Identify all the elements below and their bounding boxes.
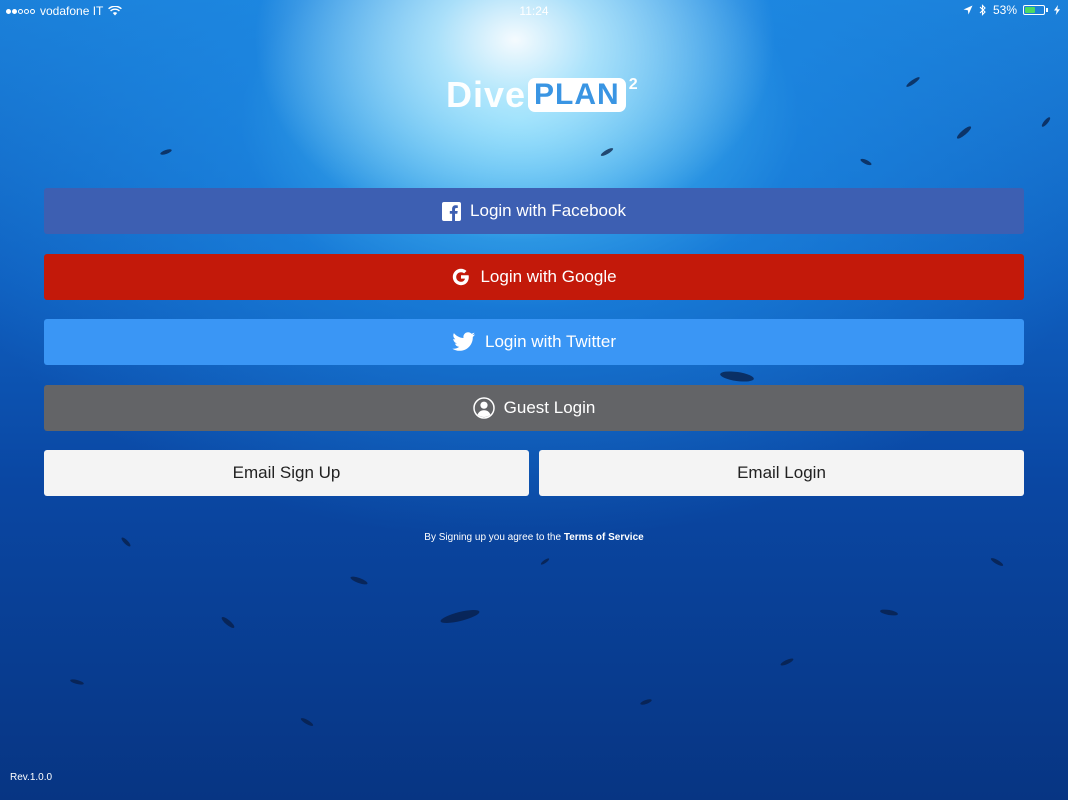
diveplan-logo: Dive PLAN 2: [446, 74, 638, 116]
revision-label: Rev.1.0.0: [10, 772, 53, 783]
status-bar: vodafone IT 11:24 53%: [0, 0, 1068, 22]
login-google-button[interactable]: Login with Google: [44, 254, 1024, 300]
battery-icon: [1023, 5, 1045, 15]
logo-plan-text: PLAN: [528, 78, 626, 112]
logo-superscript: 2: [628, 76, 638, 93]
bluetooth-icon: [979, 4, 986, 16]
email-login-button[interactable]: Email Login: [539, 450, 1024, 496]
facebook-icon: [442, 201, 462, 221]
email-signup-label: Email Sign Up: [232, 463, 341, 482]
location-arrow-icon: [963, 5, 973, 15]
login-twitter-button[interactable]: Login with Twitter: [44, 319, 1024, 365]
login-twitter-label: Login with Twitter: [484, 332, 617, 351]
logo-dive-text: Dive: [446, 74, 527, 115]
guest-login-button[interactable]: Guest Login: [44, 385, 1024, 431]
terms-notice: By Signing up you agree to the Terms of …: [0, 532, 1068, 543]
login-facebook-button[interactable]: Login with Facebook: [44, 188, 1024, 234]
terms-prefix: By Signing up you agree to the: [424, 532, 562, 543]
charging-bolt-icon: [1054, 5, 1060, 15]
email-login-label: Email Login: [737, 463, 826, 482]
login-facebook-label: Login with Facebook: [470, 201, 626, 220]
email-signup-button[interactable]: Email Sign Up: [44, 450, 529, 496]
guest-login-label: Guest Login: [503, 398, 596, 417]
status-time: 11:24: [519, 4, 549, 18]
user-icon: [472, 397, 495, 419]
login-google-label: Login with Google: [480, 267, 617, 286]
battery-percent: 53%: [992, 3, 1017, 17]
status-right: 53%: [963, 3, 1060, 17]
terms-of-service-link[interactable]: Terms of Service: [564, 532, 644, 543]
battery-tip: [1046, 8, 1048, 12]
google-icon: [451, 267, 471, 287]
twitter-icon: [452, 332, 476, 352]
